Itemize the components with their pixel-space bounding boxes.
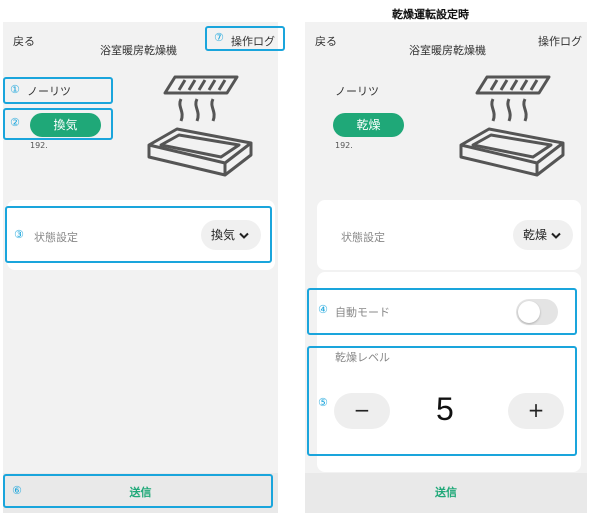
annotation-2: ② bbox=[10, 116, 20, 129]
op-log-button[interactable]: 操作ログ bbox=[538, 33, 582, 49]
state-dropdown[interactable]: 乾燥 bbox=[513, 220, 573, 250]
level-decrease-button[interactable]: − bbox=[334, 393, 390, 429]
annotation-3: ③ bbox=[14, 228, 24, 241]
state-dropdown[interactable]: 換気 bbox=[201, 220, 261, 250]
back-button[interactable]: 戻る bbox=[315, 33, 337, 49]
state-setting-card: 状態設定 換気 bbox=[7, 200, 275, 270]
send-button[interactable]: 送信 bbox=[3, 473, 278, 513]
auto-mode-toggle[interactable] bbox=[516, 299, 558, 325]
device-name: ノーリツ bbox=[27, 85, 71, 98]
mode-pill: 乾燥 bbox=[333, 113, 404, 137]
dry-level-label: 乾燥レベル bbox=[335, 351, 390, 364]
bathroom-dryer-icon bbox=[147, 75, 253, 177]
state-setting-card: 状態設定 乾燥 bbox=[317, 200, 581, 270]
op-log-button[interactable]: 操作ログ bbox=[231, 33, 275, 49]
annotation-5: ⑤ bbox=[318, 396, 328, 409]
annotation-4: ④ bbox=[318, 303, 328, 316]
device-title: 浴室暖房乾燥機 bbox=[100, 44, 177, 57]
right-screen: 戻る 操作ログ 浴室暖房乾燥機 ノーリツ 乾燥 192. 状態設定 乾燥 自動モ… bbox=[305, 22, 587, 513]
auto-mode-label: 自動モード bbox=[335, 306, 390, 319]
ip-address: 192. bbox=[30, 141, 48, 150]
annotation-7: ⑦ bbox=[214, 31, 224, 44]
state-dropdown-value: 換気 bbox=[211, 228, 236, 242]
send-button[interactable]: 送信 bbox=[305, 473, 587, 513]
toggle-knob bbox=[518, 301, 540, 323]
device-name: ノーリツ bbox=[335, 85, 379, 98]
state-dropdown-value: 乾燥 bbox=[523, 228, 548, 242]
page-heading: 乾燥運転設定時 bbox=[392, 8, 469, 21]
chevron-down-icon bbox=[239, 232, 249, 239]
chevron-down-icon bbox=[551, 232, 561, 239]
level-increase-button[interactable]: + bbox=[508, 393, 564, 429]
state-setting-label: 状態設定 bbox=[34, 231, 78, 244]
bathroom-dryer-icon bbox=[459, 75, 565, 177]
back-button[interactable]: 戻る bbox=[13, 33, 35, 49]
left-screen: 戻る 操作ログ 浴室暖房乾燥機 ノーリツ 換気 192. 状態設定 換気 送信 bbox=[3, 22, 278, 513]
annotation-1: ① bbox=[10, 83, 20, 96]
state-setting-label: 状態設定 bbox=[341, 231, 385, 244]
mode-pill: 換気 bbox=[30, 113, 101, 137]
annotation-6: ⑥ bbox=[12, 484, 22, 497]
device-title: 浴室暖房乾燥機 bbox=[409, 44, 486, 57]
dry-level-value: 5 bbox=[436, 391, 454, 427]
ip-address: 192. bbox=[335, 141, 353, 150]
